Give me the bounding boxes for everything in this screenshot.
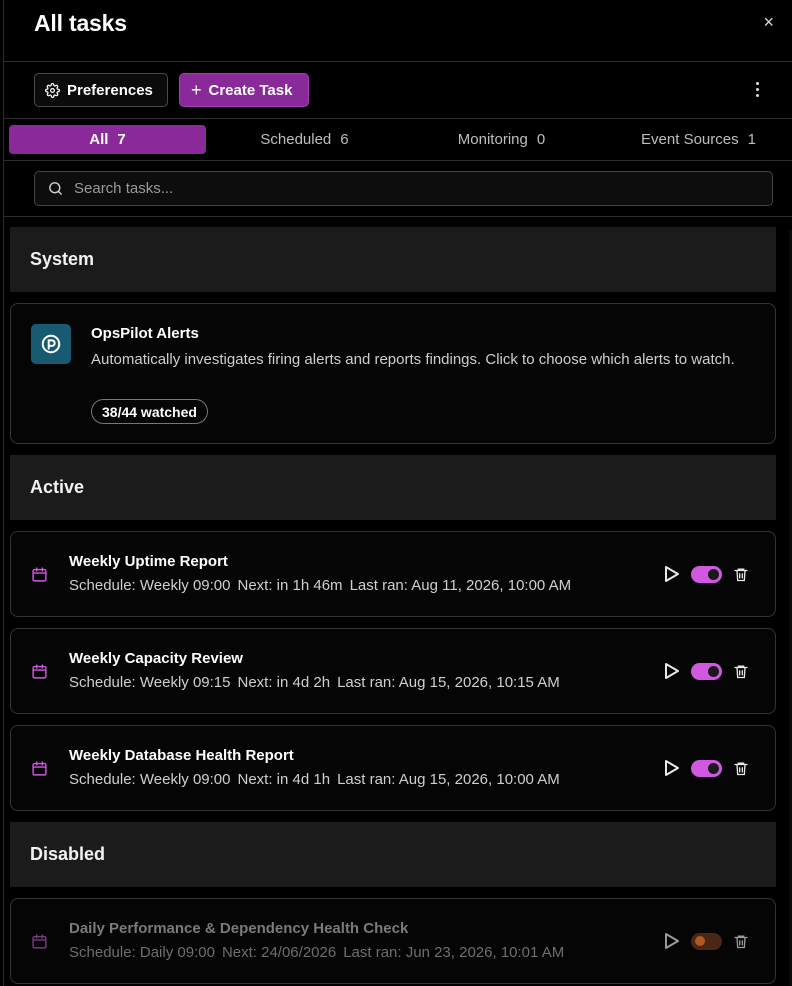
task-last-ran: Last ran: Aug 11, 2026, 10:00 AM <box>349 577 572 594</box>
tab-event-sources[interactable]: Event Sources 1 <box>600 125 792 154</box>
create-task-label: Create Task <box>208 81 293 99</box>
kebab-menu-icon[interactable] <box>756 82 760 100</box>
task-meta: Schedule: Weekly 09:00 Next: in 1h 46m Las… <box>69 577 578 594</box>
calendar-icon <box>32 761 47 776</box>
system-task-description: Automatically investigates firing alerts… <box>91 351 735 368</box>
enable-toggle[interactable] <box>691 759 722 777</box>
watched-count-badge[interactable]: 38/44 watched <box>91 399 208 424</box>
opspilot-logo-icon <box>31 324 71 364</box>
play-icon[interactable] <box>664 565 680 583</box>
section-header-system: System <box>10 227 776 292</box>
enable-toggle[interactable] <box>691 932 722 950</box>
task-meta: Schedule: Daily 09:00 Next: 24/06/2026 Las… <box>69 944 571 961</box>
task-next-run: Next: in 4d 1h <box>237 771 331 788</box>
play-icon[interactable] <box>664 662 680 680</box>
task-list: System OpsPilot Alerts Automatically inv… <box>10 227 776 986</box>
task-schedule: Schedule: Daily 09:00 <box>69 944 215 961</box>
search-input[interactable] <box>74 180 754 197</box>
task-actions <box>664 565 749 583</box>
calendar-icon <box>32 664 47 679</box>
task-next-run: Next: in 4d 2h <box>237 674 331 691</box>
task-next-run: Next: 24/06/2026 <box>221 944 337 961</box>
tab-all[interactable]: All 7 <box>9 125 206 154</box>
search-field <box>34 171 773 206</box>
task-meta: Schedule: Weekly 09:15 Next: in 4d 2h Last… <box>69 674 567 691</box>
tab-count: 6 <box>340 131 349 148</box>
tab-count: 0 <box>536 131 546 148</box>
calendar-icon <box>32 934 47 949</box>
create-task-button[interactable]: + Create Task <box>179 73 309 107</box>
task-schedule: Schedule: Weekly 09:00 <box>69 771 231 788</box>
section-header-active: Active <box>10 455 776 520</box>
tab-count: 1 <box>747 131 756 148</box>
task-card[interactable]: Daily Performance & Dependency Health Ch… <box>10 898 776 984</box>
task-card[interactable]: Weekly Uptime Report Schedule: Weekly 09… <box>10 531 776 617</box>
task-meta: Schedule: Weekly 09:00 Next: in 4d 1h Last… <box>69 771 567 788</box>
task-name: Weekly Database Health Report <box>69 747 294 764</box>
play-icon[interactable] <box>664 932 680 950</box>
tab-count: 7 <box>117 131 126 148</box>
trash-icon[interactable] <box>733 566 749 583</box>
section-header-disabled: Disabled <box>10 822 776 887</box>
task-last-ran: Last ran: Aug 15, 2026, 10:15 AM <box>337 674 560 691</box>
tab-label: Event Sources <box>641 131 739 148</box>
panel-header: All tasks × <box>4 0 792 62</box>
task-name: Weekly Capacity Review <box>69 650 243 667</box>
toolbar: Preferences + Create Task <box>4 62 792 119</box>
task-card[interactable]: Weekly Capacity Review Schedule: Weekly … <box>10 628 776 714</box>
gear-icon <box>45 82 60 98</box>
task-filter-tabs: All 7 Scheduled 6 Monitoring 0 Event Source… <box>4 119 792 161</box>
search-bar <box>4 161 792 217</box>
preferences-label: Preferences <box>67 81 153 99</box>
page-title: All tasks <box>34 10 127 36</box>
task-last-ran: Last ran: Aug 15, 2026, 10:00 AM <box>337 771 560 788</box>
system-task-card[interactable]: OpsPilot Alerts Automatically investigat… <box>10 303 776 444</box>
task-last-ran: Last ran: Jun 23, 2026, 10:01 AM <box>343 944 565 961</box>
tab-label: All <box>89 131 109 148</box>
system-task-name: OpsPilot Alerts <box>91 325 199 342</box>
tab-label: Monitoring <box>457 131 528 148</box>
task-actions <box>664 759 749 777</box>
play-icon[interactable] <box>664 759 680 777</box>
task-name: Daily Performance & Dependency Health Ch… <box>69 920 409 937</box>
tab-scheduled[interactable]: Scheduled 6 <box>206 125 403 154</box>
trash-icon[interactable] <box>733 933 749 950</box>
plus-icon: + <box>191 80 202 100</box>
preferences-button[interactable]: Preferences <box>34 73 168 107</box>
task-schedule: Schedule: Weekly 09:15 <box>69 674 231 691</box>
task-card[interactable]: Weekly Database Health Report Schedule: … <box>10 725 776 811</box>
tab-monitoring[interactable]: Monitoring 0 <box>403 125 600 154</box>
enable-toggle[interactable] <box>691 662 722 680</box>
close-icon[interactable]: × <box>763 13 774 31</box>
enable-toggle[interactable] <box>691 565 722 583</box>
tab-label: Scheduled <box>260 131 332 148</box>
trash-icon[interactable] <box>733 760 749 777</box>
task-schedule: Schedule: Weekly 09:00 <box>69 577 231 594</box>
trash-icon[interactable] <box>733 663 749 680</box>
task-name: Weekly Uptime Report <box>69 553 228 570</box>
search-icon <box>49 182 62 195</box>
task-actions <box>664 662 749 680</box>
calendar-icon <box>32 567 47 582</box>
task-actions <box>664 932 749 950</box>
task-next-run: Next: in 1h 46m <box>237 577 343 594</box>
